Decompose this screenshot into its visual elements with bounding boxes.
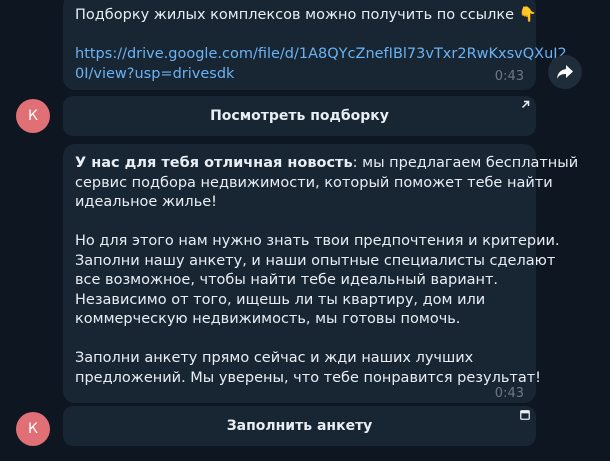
message-text-line: Подборку жилых комплексов можно получить…	[75, 7, 537, 23]
fill-form-button-label: Заполнить анкету	[226, 418, 373, 434]
view-selection-button[interactable]: Посмотреть подборку	[63, 96, 536, 136]
avatar-letter: К	[28, 108, 38, 124]
message-text-line: Но для этого нам нужно знать твои предпо…	[75, 233, 560, 249]
avatar-letter: К	[28, 421, 38, 437]
avatar[interactable]: К	[16, 99, 50, 133]
message-text-line: идеальное жилье!	[75, 194, 217, 210]
message-bold-intro: У нас для тебя отличная новость	[75, 155, 353, 171]
message-link[interactable]: 0I/view?usp=drivesdk	[75, 65, 524, 85]
message-time: 0:43	[494, 386, 524, 401]
view-selection-button-label: Посмотреть подборку	[210, 108, 389, 124]
external-link-arrow-icon	[521, 100, 530, 109]
message-text-line	[75, 213, 524, 233]
web-app-window-icon	[520, 410, 530, 420]
message-text-line	[75, 330, 524, 350]
share-button[interactable]	[548, 55, 582, 89]
message-bubble-2: У нас для тебя отличная новость: мы пред…	[63, 144, 578, 403]
message-text-line: Независимо от того, ищешь ли ты квартиру…	[75, 291, 486, 308]
message-intro-rest: : мы предлагаем бесплатный	[352, 155, 579, 171]
message-link[interactable]: https://drive.google.com/file/d/1A8QYcZn…	[75, 45, 567, 65]
message-time: 0:43	[494, 69, 524, 84]
message-text-line: Заполни анкету прямо сейчас и жди наших …	[75, 350, 474, 366]
message-text-line: У нас для тебя отличная новость: мы пред…	[75, 154, 578, 174]
message-text-line: сервис подбора недвижимости, который пом…	[75, 174, 553, 191]
message-text-line: коммерческую недвижимость, мы готовы пом…	[75, 311, 461, 327]
share-forward-icon	[557, 65, 573, 79]
avatar[interactable]: К	[16, 412, 50, 446]
message-text-line	[75, 26, 524, 46]
fill-form-button[interactable]: Заполнить анкету	[63, 406, 536, 446]
message-text-line: предложений. Мы уверены, что тебе понрав…	[75, 369, 541, 386]
message-text-line: Заполни нашу анкету, и наши опытные спец…	[75, 252, 556, 269]
message-text-line: все возможное, чтобы найти тебе идеальны…	[75, 272, 499, 288]
message-bubble-1: Подборку жилых комплексов можно получить…	[63, 0, 567, 90]
